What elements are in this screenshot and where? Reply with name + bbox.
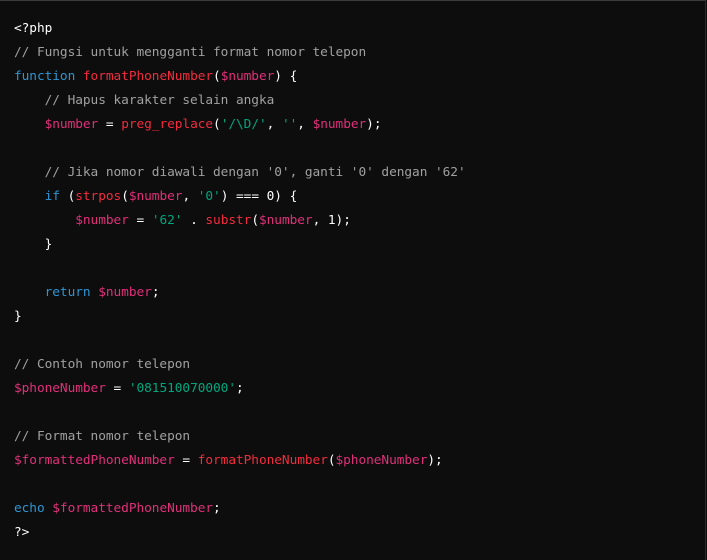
code-variable: $number [98,285,152,300]
code-punctuation: = [105,381,129,396]
code-variable: $number [312,117,367,132]
code-punctuation: , [297,117,313,132]
code-content[interactable]: <?php // Fungsi untuk mengganti format no… [14,17,466,545]
code-keyword: if [44,189,60,204]
code-function-name: substr [205,213,252,228]
code-line: if (strpos($number, '0') === 0) { [14,185,466,209]
code-line: $formattedPhoneNumber = formatPhoneNumbe… [14,449,466,473]
code-line: // Fungsi untuk mengganti format nomor t… [14,41,466,65]
code-comment: // Contoh nomor telepon [14,357,191,372]
code-punctuation: } [14,309,22,324]
code-comment: // Format nomor telepon [14,429,191,444]
code-line: $phoneNumber = '081510070000'; [14,377,466,401]
code-string: '081510070000' [128,381,236,396]
code-punctuation [14,189,45,204]
code-punctuation: , [182,189,198,204]
code-punctuation: ; [151,285,160,300]
code-string: '0' [197,189,221,204]
code-variable: $formattedPhoneNumber [14,453,175,468]
code-function-name: formatPhoneNumber [82,69,214,84]
code-punctuation: ; [213,501,221,516]
code-line: return $number; [14,281,466,305]
code-punctuation: = [128,213,152,228]
code-comment: // Jika nomor diawali dengan '0', ganti … [44,165,466,180]
code-function-name: strpos [75,189,122,204]
code-punctuation: ) { [274,69,298,84]
code-variable: $number [44,117,99,132]
code-punctuation: , [266,117,282,132]
code-punctuation: ); [366,117,382,132]
code-line: } [14,233,466,257]
code-punctuation [14,93,45,108]
code-punctuation: ( [327,453,336,468]
code-comment: // Hapus karakter selain angka [44,93,275,108]
code-comment: // Fungsi untuk mengganti format nomor t… [14,45,367,60]
code-punctuation: , 1); [312,213,351,228]
code-punctuation: = [174,453,198,468]
code-line: // Format nomor telepon [14,425,466,449]
code-variable: $phoneNumber [335,453,428,468]
code-line: function formatPhoneNumber($number) { [14,65,466,89]
code-punctuation [14,117,45,132]
code-punctuation: ( [251,213,259,228]
code-variable: $number [259,213,313,228]
code-block: <?php // Fungsi untuk mengganti format no… [0,0,706,560]
code-variable: $formattedPhoneNumber [52,501,214,516]
code-punctuation: ( [213,69,221,84]
code-line: // Hapus karakter selain angka [14,89,466,113]
code-string: '/\D/' [220,117,267,132]
code-php-tag: ?> [14,525,30,540]
code-variable: $number [75,213,129,228]
code-punctuation: ( [121,189,129,204]
code-line: $number = preg_replace('/\D/', '', $numb… [14,113,466,137]
code-punctuation [14,285,45,300]
code-function-name: formatPhoneNumber [197,453,328,468]
code-keyword: echo [14,501,45,516]
code-punctuation: } [14,237,53,252]
code-variable: $phoneNumber [14,381,106,396]
code-line: } [14,305,466,329]
code-punctuation [14,165,45,180]
code-line: ?> [14,521,466,545]
code-variable: $number [220,69,275,84]
code-punctuation: ; [236,381,244,396]
code-php-tag: <?php [14,21,53,36]
code-punctuation [14,213,75,228]
code-keyword: function [14,69,76,84]
code-string: '62' [151,213,183,228]
code-line: // Jika nomor diawali dengan '0', ganti … [14,161,466,185]
code-line: <?php [14,17,466,41]
code-string: '' [281,117,298,132]
code-punctuation: ( [213,117,221,132]
code-line: $number = '62' . substr($number, 1); [14,209,466,233]
code-keyword: return [44,285,91,300]
code-punctuation: ) === 0) { [220,189,298,204]
code-line: // Contoh nomor telepon [14,353,466,377]
code-punctuation: = [98,117,122,132]
code-punctuation: ); [427,453,443,468]
code-punctuation: ( [59,189,76,204]
code-line: echo $formattedPhoneNumber; [14,497,466,521]
code-punctuation: . [182,213,206,228]
code-punctuation [75,69,83,84]
code-function-name: preg_replace [121,117,214,132]
code-variable: $number [128,189,183,204]
